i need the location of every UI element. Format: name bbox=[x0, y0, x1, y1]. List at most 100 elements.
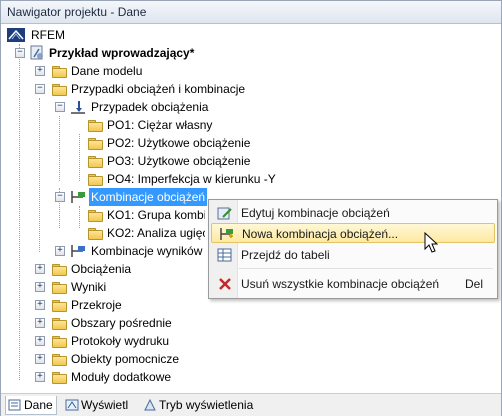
folder-icon bbox=[51, 317, 67, 330]
tree-item-average-regions[interactable]: + Obszary pośrednie bbox=[33, 314, 193, 332]
tab-label: Dane bbox=[24, 398, 53, 412]
tree-label-selected: Kombinacje obciążeń bbox=[89, 188, 208, 206]
folder-icon bbox=[87, 209, 103, 222]
folder-icon bbox=[87, 119, 103, 132]
tree-label: Przypadek obciążenia bbox=[91, 100, 209, 114]
folder-icon bbox=[51, 353, 67, 366]
tree-item-add-on-modules[interactable]: + Moduły dodatkowe bbox=[33, 368, 193, 386]
rfem-icon bbox=[7, 28, 25, 42]
collapse-toggle[interactable]: − bbox=[15, 48, 25, 58]
expand-toggle[interactable]: + bbox=[55, 246, 65, 256]
delete-icon bbox=[219, 278, 231, 290]
tree-item-lc3[interactable]: PO3: Użytkowe obciążenie bbox=[85, 152, 285, 170]
folder-open-icon bbox=[51, 83, 67, 96]
tree-label: Wyniki bbox=[71, 280, 107, 294]
tree-label: PO3: Użytkowe obciążenie bbox=[107, 154, 251, 168]
navigator-tab-bar: Dane Wyświetl Tryb wyświetlenia bbox=[1, 393, 501, 416]
tree-label: Obszary pośrednie bbox=[71, 316, 172, 330]
context-menu: Edytuj kombinacje obciążeń Nowa kombinac… bbox=[208, 199, 498, 299]
tab-views[interactable]: Tryb wyświetlenia bbox=[141, 396, 261, 414]
tree-item-loads[interactable]: + Obciążenia bbox=[33, 260, 173, 278]
folder-icon bbox=[87, 137, 103, 150]
folder-icon bbox=[51, 371, 67, 384]
expand-toggle[interactable]: + bbox=[35, 264, 45, 274]
menu-item-label: Usuń wszystkie kombinacje obciążeń bbox=[241, 277, 440, 291]
expand-toggle[interactable]: + bbox=[35, 372, 45, 382]
tree-item-rfem[interactable]: RFEM bbox=[7, 26, 127, 44]
tree-label: Obiekty pomocnicze bbox=[71, 352, 180, 366]
menu-item-label: Nowa kombinacja obciążeń... bbox=[242, 227, 399, 241]
menu-item-label: Przejdź do tabeli bbox=[241, 248, 330, 262]
new-combination-icon bbox=[220, 228, 233, 240]
title-bar: Nawigator projektu - Dane bbox=[1, 1, 501, 24]
menu-item-edit-combinations[interactable]: Edytuj kombinacje obciążeń bbox=[211, 203, 495, 223]
tree-label: PO2: Użytkowe obciążenie bbox=[107, 136, 251, 150]
expand-toggle[interactable]: + bbox=[35, 282, 45, 292]
load-case-icon bbox=[71, 101, 85, 114]
tab-data[interactable]: Dane bbox=[5, 396, 57, 415]
tree-label: Dane modelu bbox=[71, 64, 143, 78]
expand-toggle[interactable]: + bbox=[35, 300, 45, 310]
tree-item-model-data[interactable]: + Dane modelu bbox=[33, 62, 173, 80]
expand-toggle[interactable]: + bbox=[35, 354, 45, 364]
folder-icon bbox=[51, 281, 67, 294]
menu-item-go-to-table[interactable]: Przejdź do tabeli bbox=[211, 245, 495, 265]
tree-label-rfem: RFEM bbox=[31, 28, 65, 42]
tree-item-printout-reports[interactable]: + Protokoły wydruku bbox=[33, 332, 193, 350]
project-icon bbox=[30, 45, 43, 60]
menu-item-delete-all[interactable]: Usuń wszystkie kombinacje obciążeń Del bbox=[211, 274, 495, 294]
folder-icon bbox=[51, 65, 67, 78]
tree-label: Kombinacje wyników bbox=[91, 244, 203, 258]
tree-label: PO4: Imperfekcja w kierunku -Y bbox=[107, 172, 276, 186]
tab-label: Tryb wyświetlenia bbox=[159, 398, 254, 412]
tree-label-project: Przykład wprowadzający* bbox=[49, 46, 195, 60]
tree-label: Przekroje bbox=[71, 298, 122, 312]
menu-item-new-combination[interactable]: Nowa kombinacja obciążeń... bbox=[211, 223, 495, 243]
edit-icon bbox=[217, 207, 232, 220]
folder-icon bbox=[51, 335, 67, 348]
folder-icon bbox=[87, 173, 103, 186]
views-tab-icon bbox=[144, 398, 156, 411]
load-combination-icon bbox=[71, 191, 85, 203]
collapse-toggle[interactable]: − bbox=[55, 192, 65, 202]
expand-toggle[interactable]: + bbox=[35, 318, 45, 328]
collapse-toggle[interactable]: − bbox=[55, 102, 65, 112]
tree-label: Moduły dodatkowe bbox=[71, 370, 172, 384]
mouse-pointer-icon bbox=[424, 232, 438, 253]
menu-item-label: Edytuj kombinacje obciążeń bbox=[241, 206, 390, 220]
tree-item-project[interactable]: − Przykład wprowadzający* bbox=[13, 44, 213, 62]
folder-icon bbox=[51, 263, 67, 276]
result-combination-icon bbox=[71, 245, 85, 257]
tree-item-load-cases[interactable]: − Przypadek obciążenia bbox=[53, 98, 253, 116]
tree-label: Protokoły wydruku bbox=[71, 334, 170, 348]
tree-item-lc1[interactable]: PO1: Ciężar własny bbox=[85, 116, 265, 134]
menu-item-shortcut: Del bbox=[464, 277, 483, 291]
menu-separator bbox=[239, 268, 493, 269]
expand-toggle[interactable]: + bbox=[35, 336, 45, 346]
tree-label: KO2: Analiza ugięc bbox=[107, 226, 205, 240]
tree-label: PO1: Ciężar własny bbox=[107, 118, 213, 132]
tree-item-results[interactable]: + Wyniki bbox=[33, 278, 173, 296]
tree-item-load-combinations[interactable]: − Kombinacje obciążeń bbox=[53, 188, 213, 206]
folder-icon bbox=[87, 155, 103, 168]
display-tab-icon bbox=[65, 399, 79, 411]
window-title: Nawigator projektu - Dane bbox=[7, 5, 147, 19]
tree-item-guide-objects[interactable]: + Obiekty pomocnicze bbox=[33, 350, 193, 368]
tree-item-lc2[interactable]: PO2: Użytkowe obciążenie bbox=[85, 134, 285, 152]
tree-label: Przypadki obciążeń i kombinacje bbox=[71, 82, 246, 96]
tab-display[interactable]: Wyświetl bbox=[63, 396, 135, 414]
folder-icon bbox=[87, 227, 103, 240]
tree-label: Obciążenia bbox=[71, 262, 132, 276]
tree-item-result-combinations[interactable]: + Kombinacje wyników bbox=[53, 242, 203, 260]
table-icon bbox=[217, 248, 232, 262]
tree-item-co2[interactable]: KO2: Analiza ugięc bbox=[85, 224, 205, 242]
collapse-toggle[interactable]: − bbox=[35, 84, 45, 94]
folder-icon bbox=[51, 299, 67, 312]
tree-label: KO1: Grupa kombi bbox=[107, 208, 205, 222]
tree-item-sections[interactable]: + Przekroje bbox=[33, 296, 173, 314]
tree-item-lc4[interactable]: PO4: Imperfekcja w kierunku -Y bbox=[85, 170, 305, 188]
tree-item-co1[interactable]: KO1: Grupa kombi bbox=[85, 206, 205, 224]
tree-item-load-cases-combos[interactable]: − Przypadki obciążeń i kombinacje bbox=[33, 80, 293, 98]
expand-toggle[interactable]: + bbox=[35, 66, 45, 76]
data-tab-icon bbox=[8, 399, 21, 411]
